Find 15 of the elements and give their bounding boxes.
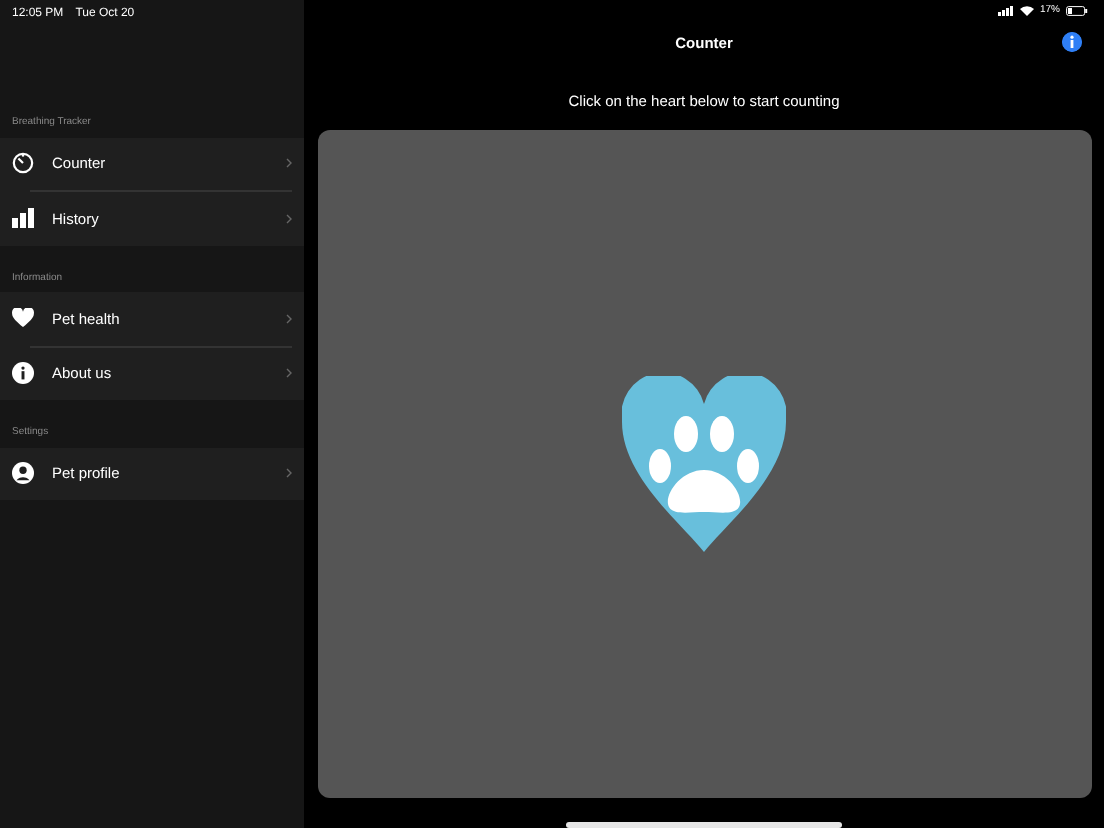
signal-icon: [997, 6, 1014, 17]
chevron-icon: [286, 368, 292, 379]
heart-icon: [12, 308, 34, 329]
chevron-icon: [286, 213, 292, 224]
info-button[interactable]: [1062, 32, 1082, 52]
battery-icon: [1066, 6, 1088, 17]
info-icon: [12, 362, 34, 385]
bar-chart-icon: [12, 208, 34, 229]
chevron-icon: [286, 158, 292, 169]
wifi-icon: [1019, 6, 1034, 17]
timer-icon: [12, 152, 34, 175]
chevron-icon: [286, 313, 292, 324]
chevron-icon: [286, 468, 292, 479]
person-icon: [12, 462, 34, 485]
paw-heart-button[interactable]: [622, 375, 786, 551]
